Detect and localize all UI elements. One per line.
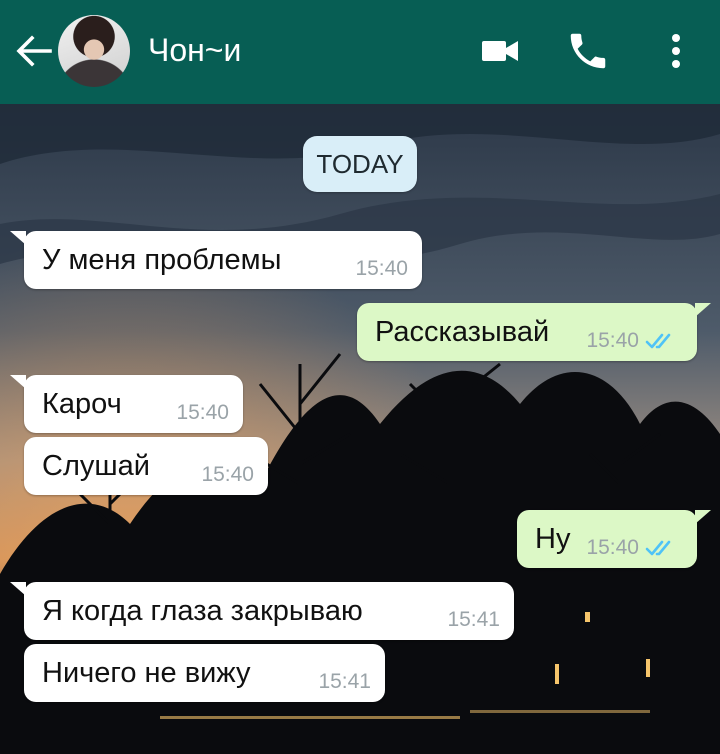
message-time: 15:41: [447, 608, 500, 631]
message-time: 15:41: [318, 670, 371, 693]
message-time: 15:40: [355, 257, 408, 280]
message-text: Ну: [535, 523, 571, 555]
phone-icon[interactable]: [565, 28, 611, 74]
message-outgoing[interactable]: Ну 15:40: [517, 510, 711, 568]
message-incoming[interactable]: Ничего не вижу 15:41: [24, 644, 385, 702]
message-text: Кароч: [42, 388, 122, 420]
videocam-icon[interactable]: [477, 28, 523, 74]
message-time: 15:40: [586, 536, 639, 559]
message-incoming[interactable]: Я когда глаза закрываю 15:41: [10, 582, 514, 640]
message-text: У меня проблемы: [42, 244, 282, 276]
message-text: Ничего не вижу: [42, 657, 251, 689]
avatar[interactable]: [58, 15, 130, 87]
date-chip: TODAY: [303, 136, 417, 192]
message-incoming[interactable]: Слушай 15:40: [24, 437, 268, 495]
message-text: Рассказывай: [375, 316, 550, 348]
message-time: 15:40: [586, 329, 639, 352]
contact-name[interactable]: Чон~и: [148, 30, 241, 70]
double-check-icon: [645, 540, 671, 556]
chat-header: Чон~и: [0, 0, 720, 104]
double-check-icon: [645, 333, 671, 349]
message-list[interactable]: TODAY У меня проблемы 15:40 Рассказывай …: [0, 104, 720, 754]
message-incoming[interactable]: Кароч 15:40: [10, 375, 243, 433]
chat-screen: Чон~и TODAY У меня проблемы 15:40 Расска…: [0, 0, 720, 754]
arrow-left-icon[interactable]: [12, 30, 54, 72]
more-vertical-icon[interactable]: [654, 28, 698, 74]
message-time: 15:40: [176, 401, 229, 424]
message-text: Слушай: [42, 450, 150, 482]
message-outgoing[interactable]: Рассказывай 15:40: [357, 303, 711, 361]
message-incoming[interactable]: У меня проблемы 15:40: [10, 231, 422, 289]
message-text: Я когда глаза закрываю: [42, 595, 363, 627]
message-time: 15:40: [201, 463, 254, 486]
